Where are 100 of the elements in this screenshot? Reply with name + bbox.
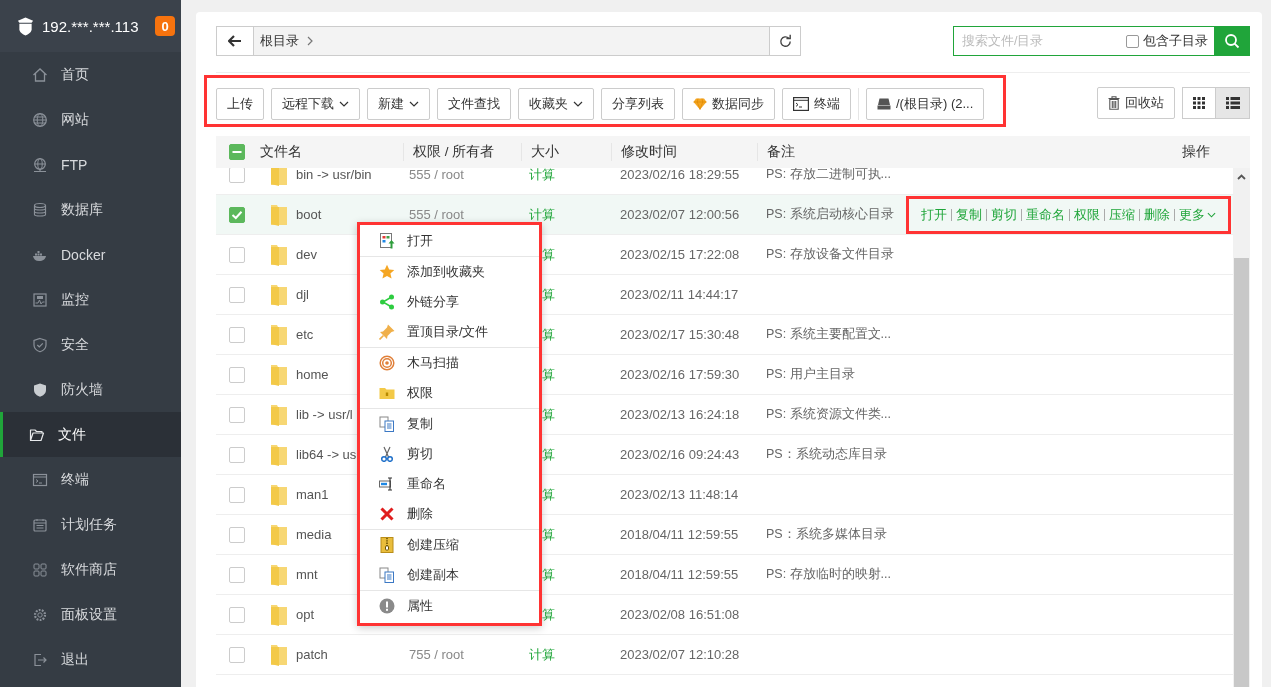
sidebar-item[interactable]: 软件商店 (0, 547, 181, 592)
chevron-icon (307, 36, 313, 46)
gear-icon (32, 606, 48, 623)
toolbar-button[interactable]: 文件查找 (437, 88, 511, 120)
folder-icon (270, 402, 288, 427)
sidebar-item[interactable]: 计划任务 (0, 502, 181, 547)
refresh-button[interactable] (770, 26, 801, 56)
scrollbar[interactable] (1233, 168, 1250, 687)
menu-item[interactable]: 重命名 (360, 469, 539, 499)
sidebar-item[interactable]: 安全 (0, 322, 181, 367)
column-header[interactable]: 文件名 (260, 144, 302, 159)
target-icon (379, 355, 395, 371)
file-name[interactable]: home (296, 367, 329, 382)
menu-item[interactable]: 外链分享 (360, 287, 539, 317)
column-header[interactable]: 备注 (767, 144, 795, 159)
column-header[interactable]: 操作 (1182, 143, 1210, 161)
sidebar-item[interactable]: 防火墙 (0, 367, 181, 412)
checkbox[interactable] (229, 606, 245, 623)
file-name[interactable]: man1 (296, 487, 329, 502)
folder-icon (29, 426, 45, 443)
toolbar-button[interactable]: 收藏夹 (518, 88, 594, 120)
sidebar-item[interactable]: 退出 (0, 637, 181, 682)
checkbox[interactable] (229, 446, 245, 463)
checkbox[interactable] (229, 286, 245, 303)
menu-item[interactable]: 创建副本 (360, 560, 539, 590)
recycle-bin-button[interactable]: 回收站 (1097, 87, 1175, 119)
path-bar[interactable]: 根目录 (254, 26, 770, 56)
checkbox[interactable] (229, 486, 245, 503)
grid-view-button[interactable] (1182, 87, 1216, 119)
sidebar-item[interactable]: 终端 (0, 457, 181, 502)
list-view-button[interactable] (1216, 87, 1250, 119)
file-name[interactable]: djl (296, 287, 309, 302)
checkbox[interactable] (229, 566, 245, 583)
toolbar-button[interactable]: 分享列表 (601, 88, 675, 120)
sidebar-item[interactable]: 监控 (0, 277, 181, 322)
sidebar-item[interactable]: 网站 (0, 97, 181, 142)
file-name[interactable]: opt (296, 607, 315, 622)
checkbox[interactable] (229, 144, 245, 160)
toolbar-button[interactable]: 终端 (782, 88, 851, 120)
note-cell: PS: 用户主目录 (766, 367, 855, 381)
globe-icon (32, 111, 48, 128)
menu-item[interactable]: 木马扫描 (360, 348, 539, 378)
checkbox[interactable] (229, 246, 245, 263)
menu-item[interactable]: 复制 (360, 409, 539, 439)
sidebar-item[interactable]: 数据库 (0, 187, 181, 232)
menu-item[interactable]: 添加到收藏夹 (360, 257, 539, 287)
checkbox[interactable] (229, 406, 245, 423)
sidebar-item[interactable]: 首页 (0, 52, 181, 97)
menu-item[interactable]: 权限 (360, 378, 539, 408)
column-header[interactable]: 修改时间 (621, 144, 677, 159)
menu-item[interactable]: 置顶目录/文件 (360, 317, 539, 347)
toolbar-button[interactable]: 远程下载 (271, 88, 360, 120)
file-name[interactable]: bin -> usr/bin (296, 168, 372, 182)
toolbar-button[interactable]: 数据同步 (682, 88, 775, 120)
checkbox[interactable] (229, 526, 245, 543)
menu-item[interactable]: 剪切 (360, 439, 539, 469)
sidebar-item[interactable]: FTP (0, 142, 181, 187)
file-name[interactable]: patch (296, 647, 328, 662)
menu-item[interactable]: 删除 (360, 499, 539, 529)
file-name[interactable]: lib -> usr/l (296, 407, 353, 422)
checkbox[interactable] (229, 366, 245, 383)
search-button[interactable] (1214, 26, 1250, 56)
time-cell: 2023/02/13 11:48:14 (620, 487, 739, 502)
search-icon (1224, 33, 1240, 49)
menu-item[interactable]: 创建压缩 (360, 530, 539, 560)
breadcrumb-link[interactable]: 根目录 (260, 32, 299, 50)
time-cell: 2023/02/07 12:10:28 (620, 647, 740, 662)
text-field-icon (379, 476, 395, 492)
checkbox[interactable] (1126, 34, 1139, 48)
sidebar-item[interactable]: Docker (0, 232, 181, 277)
toolbar-button[interactable]: /(根目录) (2... (866, 88, 985, 120)
search-field[interactable]: 搜索文件/目录 包含子目录 (953, 26, 1214, 56)
checkbox[interactable] (229, 326, 245, 343)
menu-item[interactable]: 属性 (360, 591, 539, 621)
file-name[interactable]: dev (296, 247, 317, 262)
checkbox[interactable] (229, 646, 245, 663)
file-name[interactable]: boot (296, 207, 322, 222)
column-header[interactable]: 大小 (531, 144, 559, 159)
file-name[interactable]: mnt (296, 567, 318, 582)
note-cell: PS: 系统主要配置文... (766, 327, 892, 341)
file-name[interactable]: media (296, 527, 332, 542)
refresh-icon (777, 33, 793, 49)
permission-cell[interactable]: 555 / root (409, 168, 464, 182)
sidebar-item[interactable]: 文件 (0, 412, 181, 457)
file-name[interactable]: etc (296, 327, 314, 342)
toolbar-button[interactable]: 新建 (367, 88, 430, 120)
toolbar-button[interactable]: 上传 (216, 88, 264, 120)
checkbox[interactable] (229, 206, 245, 223)
folder-icon (270, 562, 288, 587)
menu-item[interactable]: 打开 (360, 226, 539, 256)
permission-cell[interactable]: 755 / root (409, 647, 464, 662)
grid-icon (1193, 97, 1205, 109)
column-header[interactable]: 权限 / 所有者 (413, 144, 495, 159)
calendar-icon (32, 516, 48, 533)
file-name[interactable]: lib64 -> us (296, 447, 357, 462)
sidebar-item[interactable]: 面板设置 (0, 592, 181, 637)
globe-icon (32, 156, 48, 173)
back-button[interactable] (216, 26, 254, 56)
checkbox[interactable] (229, 168, 245, 183)
caret-up-icon[interactable] (1237, 174, 1246, 180)
